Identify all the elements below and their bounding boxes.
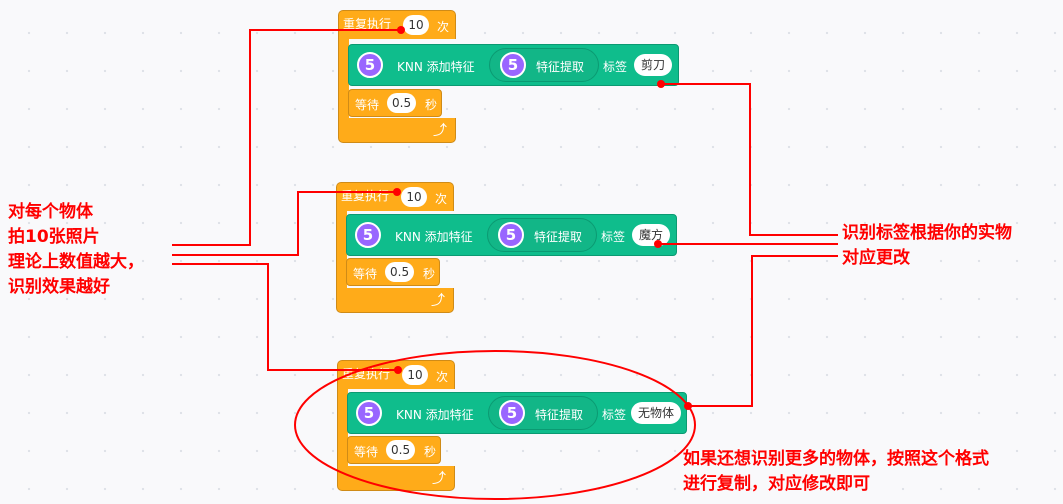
- annotation-line: 对应更改: [842, 248, 910, 268]
- annotation-line: 识别效果越好: [8, 277, 110, 297]
- annotation-bottom: 如果还想识别更多的物体，按照这个格式 进行复制，对应修改即可: [683, 447, 989, 497]
- annotation-left: 对每个物体 拍10张照片 理论上数值越大， 识别效果越好: [8, 200, 144, 300]
- annotation-line: 识别标签根据你的实物: [842, 223, 1012, 243]
- annotation-line: 理论上数值越大，: [8, 252, 144, 272]
- annotation-line: 对每个物体: [8, 202, 93, 222]
- annotation-right: 识别标签根据你的实物 对应更改: [842, 221, 1012, 271]
- annotation-line: 进行复制，对应修改即可: [683, 474, 870, 494]
- annotation-line: 拍10张照片: [8, 227, 100, 247]
- annotation-line: 如果还想识别更多的物体，按照这个格式: [683, 449, 989, 469]
